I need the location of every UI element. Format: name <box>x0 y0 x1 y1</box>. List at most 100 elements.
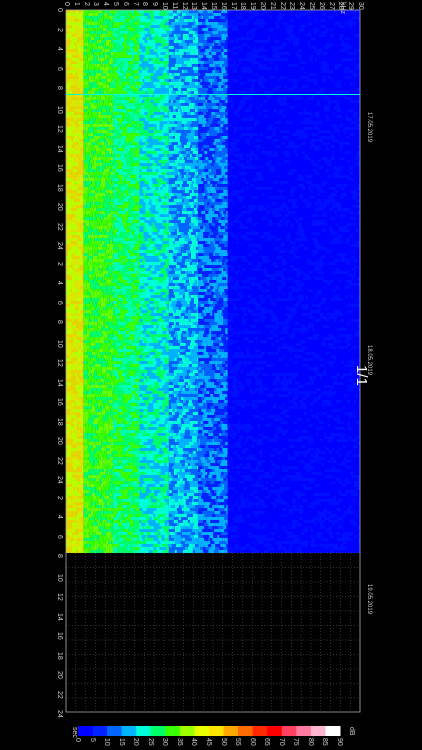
db-scale-swatch <box>223 726 239 736</box>
frequency-tick-label: 6 <box>121 2 129 6</box>
frequency-tick-label: 4 <box>102 2 110 6</box>
time-tick-label: 2 <box>56 261 63 266</box>
db-scale-tick: 25 <box>146 738 154 746</box>
db-scale-swatch <box>179 726 195 736</box>
frequency-tick-label: 24 <box>298 2 306 10</box>
seconds-unit-label: sec <box>71 727 78 738</box>
time-tick-label: 16 <box>56 632 63 640</box>
time-tick-label: 2 <box>56 27 63 32</box>
db-scale-tick: 50 <box>219 738 227 746</box>
db-scale-tick: 65 <box>263 738 271 746</box>
db-scale-tick: 80 <box>306 738 314 746</box>
db-scale-tick: 35 <box>175 738 183 746</box>
time-tick-label: 14 <box>56 144 63 153</box>
time-tick-label: 20 <box>56 437 63 445</box>
time-tick-label: 16 <box>56 398 63 406</box>
frequency-tick-label: 25 <box>308 2 315 10</box>
date-label: 19.05.2019 <box>366 584 372 615</box>
db-scale-tick: 85 <box>321 738 329 746</box>
frequency-tick-label: 16 <box>219 2 227 10</box>
db-scale-tick: 15 <box>117 738 125 746</box>
time-tick-label: 22 <box>56 456 63 465</box>
frequency-tick-label: 2 <box>82 2 90 6</box>
db-scale-swatch <box>252 726 268 736</box>
frequency-tick-label: 20 <box>259 2 266 10</box>
db-scale-tick: 75 <box>292 738 300 746</box>
db-scale-swatch <box>150 726 166 736</box>
time-tick-label: 12 <box>56 125 63 133</box>
db-unit-label: dB <box>348 727 355 736</box>
db-scale-tick: 55 <box>234 738 242 746</box>
time-tick-label: 22 <box>56 690 63 699</box>
time-tick-label: 14 <box>56 612 63 621</box>
time-tick-label: 4 <box>56 515 63 519</box>
db-scale-tick: 0 <box>74 738 81 742</box>
db-scale-swatch <box>238 726 254 736</box>
time-tick-label: 8 <box>56 554 63 558</box>
time-tick-label: 10 <box>56 339 63 348</box>
spectrogram-trace-line <box>66 94 360 95</box>
frequency-tick-label: 27 <box>327 2 335 10</box>
time-tick-label: 24 <box>56 710 63 718</box>
time-tick-label: 6 <box>56 66 63 71</box>
time-tick-label: 0 <box>56 8 63 12</box>
db-scale-swatch <box>78 726 94 736</box>
time-tick-label: 16 <box>56 164 63 172</box>
time-tick-label: 6 <box>56 300 63 305</box>
frequency-tick-label: 22 <box>278 2 286 10</box>
frequency-tick-label: 19 <box>249 2 257 10</box>
db-scale-tick: 40 <box>190 738 198 746</box>
frequency-tick-label: 9 <box>151 2 159 6</box>
date-label: 17.05.2019 <box>366 112 372 143</box>
frequency-tick-label: 23 <box>288 2 296 10</box>
frequency-tick-label: 5 <box>112 2 119 6</box>
frequency-tick-label: 29 <box>347 2 355 10</box>
db-scale-swatch <box>136 726 152 736</box>
frequency-tick-label: 10 <box>161 2 168 10</box>
frequency-tick-label: 30 <box>357 2 364 10</box>
db-scale-swatch <box>194 726 210 736</box>
db-scale-swatch <box>325 726 341 736</box>
db-scale-swatch <box>310 726 326 736</box>
time-tick-label: 12 <box>56 359 63 367</box>
time-tick-label: 10 <box>56 105 63 114</box>
frequency-tick-label: 18 <box>239 2 247 10</box>
frequency-tick-label: 15 <box>210 2 217 10</box>
db-scale-swatch <box>209 726 225 736</box>
db-scale-swatch <box>92 726 108 736</box>
db-scale-swatch <box>107 726 123 736</box>
time-tick-label: 22 <box>56 222 63 231</box>
frequency-tick-label: 0 <box>63 2 70 6</box>
frequency-tick-label: 1 <box>72 2 80 6</box>
frequency-tick-label: 8 <box>141 2 149 6</box>
time-tick-label: 6 <box>56 534 63 539</box>
frequency-tick-label: 12 <box>180 2 188 10</box>
db-scale-tick: 90 <box>336 738 343 746</box>
db-scale-swatch <box>121 726 137 736</box>
frequency-tick-label: 21 <box>268 2 276 10</box>
time-tick-label: 18 <box>56 651 63 660</box>
time-tick-label: 20 <box>56 203 63 211</box>
db-scale-tick: 30 <box>161 738 169 746</box>
frequency-tick-label: 26 <box>317 2 325 10</box>
db-scale-tick: 20 <box>132 738 140 746</box>
time-tick-label: 8 <box>56 86 63 90</box>
time-tick-label: 4 <box>56 281 63 285</box>
time-tick-label: 8 <box>56 320 63 324</box>
db-scale-swatch <box>296 726 312 736</box>
time-tick-label: 18 <box>56 183 63 192</box>
time-tick-label: 24 <box>56 476 63 484</box>
db-scale-tick: 45 <box>205 738 212 746</box>
frequency-tick-label: 17 <box>229 2 237 10</box>
frequency-tick-label: 7 <box>131 2 139 6</box>
frequency-tick-label: 14 <box>200 2 208 10</box>
db-scale-swatch <box>281 726 297 736</box>
time-tick-label: 24 <box>56 242 63 250</box>
db-scale-tick: 70 <box>277 738 285 746</box>
page-indicator: 1/1 <box>353 365 370 386</box>
db-scale-swatch <box>267 726 283 736</box>
time-tick-label: 4 <box>56 47 63 51</box>
db-scale-tick: 10 <box>103 738 111 746</box>
frequency-tick-label: 13 <box>190 2 198 10</box>
time-tick-label: 2 <box>56 495 63 500</box>
